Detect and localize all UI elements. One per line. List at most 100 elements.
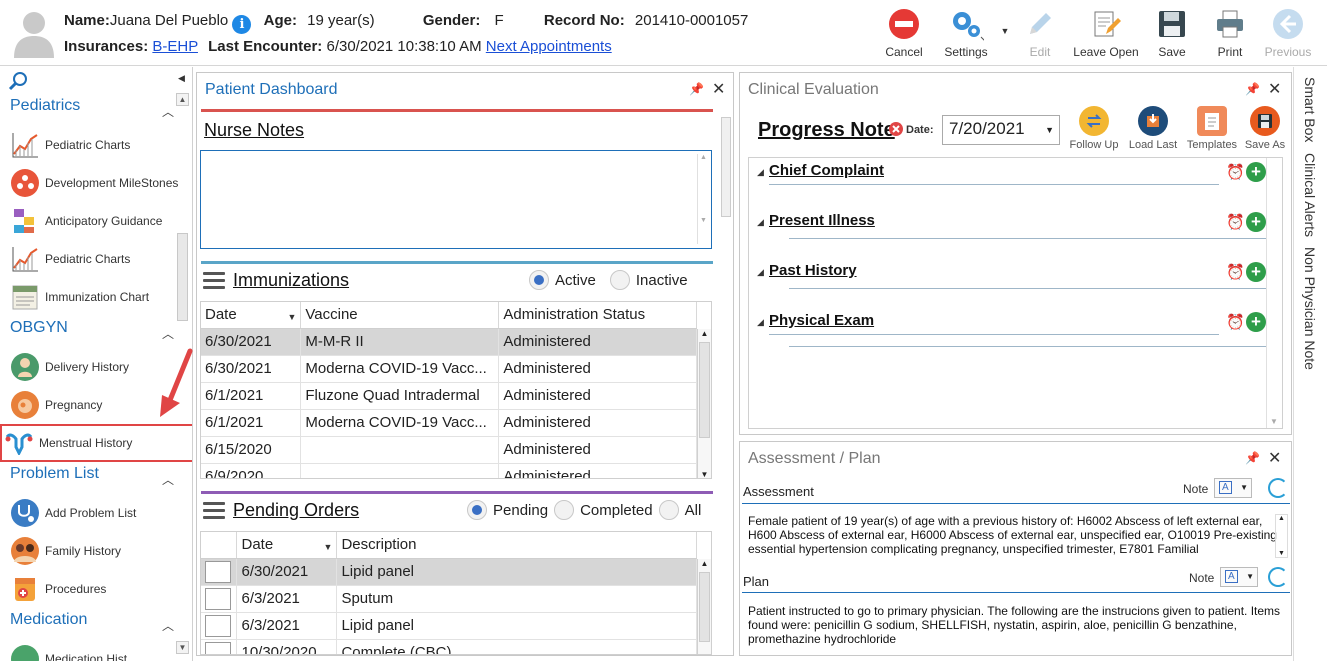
chevron-up-icon[interactable]: ︿ (162, 325, 174, 342)
search-icon[interactable] (8, 71, 30, 91)
section-obgyn[interactable]: OBGYN (10, 319, 68, 337)
nav-item-development-milestones[interactable]: Development MileStones (8, 166, 178, 200)
section-label[interactable]: Past History (769, 262, 857, 279)
column-header-date[interactable]: Date ▼ (236, 532, 338, 559)
scroll-up-icon[interactable]: ▲ (698, 559, 711, 568)
save-button[interactable]: Save (1143, 4, 1201, 62)
nav-item-medication-history[interactable]: Medication Hist... (8, 642, 178, 661)
assessment-scrollbar[interactable]: ▲ ▼ (1275, 514, 1288, 558)
insurance-link[interactable]: B-EHP (152, 38, 198, 55)
pin-icon[interactable]: 📌 (689, 82, 704, 96)
edit-button[interactable]: Edit (1011, 4, 1069, 62)
sections-scrollbar[interactable]: ▼ (1266, 158, 1280, 428)
table-row[interactable]: 6/1/2021 Fluzone Quad Intradermal Administ… (201, 382, 697, 410)
previous-button[interactable]: Previous (1259, 4, 1317, 62)
radio-pending[interactable]: Pending (467, 500, 548, 520)
menu-hamburger-icon[interactable] (203, 502, 225, 520)
remove-note-icon[interactable] (889, 122, 903, 136)
menu-hamburger-icon[interactable] (203, 272, 225, 290)
pin-icon[interactable]: 📌 (1245, 82, 1260, 96)
table-row[interactable]: 6/30/2021 M-M-R II Administered (201, 328, 697, 356)
section-problem-list[interactable]: Problem List (10, 465, 99, 483)
nav-item-family-history[interactable]: Family History (8, 534, 178, 568)
save-as-button[interactable]: Save As (1235, 106, 1295, 151)
chevron-down-icon[interactable]: ▼ (1045, 125, 1054, 135)
table-row[interactable]: 6/9/2020 Administered (201, 463, 697, 478)
tab-non-physician-note[interactable]: Non Physician Note (1302, 247, 1318, 370)
section-label[interactable]: Physical Exam (769, 312, 874, 329)
orders-scrollbar[interactable]: ▲ (697, 559, 711, 654)
row-checkbox[interactable] (205, 587, 231, 610)
nav-item-add-problem-list[interactable]: Add Problem List (8, 496, 178, 530)
chevron-up-icon[interactable]: ︿ (162, 103, 174, 120)
alarm-clock-icon[interactable]: ⏰ (1226, 263, 1245, 281)
table-row[interactable]: 6/1/2021 Moderna COVID-19 Vacc... Administ… (201, 409, 697, 437)
templates-button[interactable]: Templates (1182, 106, 1242, 151)
radio-active[interactable]: Active (529, 270, 596, 290)
scroll-thumb[interactable] (177, 233, 188, 321)
scroll-thumb[interactable] (699, 342, 710, 438)
expand-triangle-icon[interactable]: ◢ (757, 267, 764, 278)
column-header-vaccine[interactable]: Vaccine (300, 302, 500, 329)
radio-inactive[interactable]: Inactive (609, 270, 688, 290)
scroll-down-icon[interactable]: ▼ (1278, 550, 1285, 557)
row-checkbox[interactable] (205, 614, 231, 637)
info-icon[interactable]: i (232, 15, 252, 34)
refresh-icon[interactable] (1268, 478, 1288, 498)
chevron-up-icon[interactable]: ︿ (162, 617, 174, 634)
section-label[interactable]: Chief Complaint (769, 162, 884, 179)
column-header-description[interactable]: Description (336, 532, 697, 559)
table-row[interactable]: 6/3/2021 Sputum (201, 585, 697, 613)
radio-completed[interactable]: Completed (554, 500, 653, 520)
section-present-illness[interactable]: ◢ Present Illness ⏰ + (757, 212, 1267, 239)
table-row[interactable]: 6/3/2021 Lipid panel (201, 612, 697, 640)
sort-icon[interactable]: ▼ (324, 542, 333, 552)
pin-icon[interactable]: 📌 (1245, 451, 1260, 465)
collapse-nav-icon[interactable]: ◀ (178, 73, 185, 84)
add-plus-icon[interactable]: + (1246, 262, 1266, 282)
follow-up-button[interactable]: Follow Up (1064, 106, 1124, 151)
section-chief-complaint[interactable]: ◢ Chief Complaint ⏰ + (757, 162, 1267, 188)
nav-item-pediatric-charts[interactable]: Pediatric Charts (8, 128, 178, 162)
nav-item-anticipatory-guidance[interactable]: Anticipatory Guidance (8, 204, 178, 238)
settings-dropdown[interactable]: ▼ (999, 4, 1011, 62)
refresh-icon[interactable] (1268, 567, 1288, 587)
dashboard-scrollbar[interactable] (719, 117, 733, 217)
immunizations-scrollbar[interactable]: ▲ ▼ (697, 329, 711, 478)
nurse-notes-textarea[interactable]: ▲ ▼ (200, 150, 712, 249)
scroll-up-icon[interactable]: ▲ (176, 93, 189, 106)
table-row[interactable]: 6/15/2020 Administered (201, 436, 697, 464)
assessment-text[interactable]: Female patient of 19 year(s) of age with… (748, 514, 1278, 556)
immunizations-title[interactable]: Immunizations (233, 270, 349, 291)
row-checkbox[interactable] (205, 560, 231, 583)
add-plus-icon[interactable]: + (1246, 312, 1266, 332)
scroll-up-icon[interactable]: ▲ (698, 329, 711, 338)
leave-open-button[interactable]: Leave Open (1069, 4, 1143, 62)
chevron-up-icon[interactable]: ︿ (162, 471, 174, 488)
plan-text[interactable]: Patient instructed to go to primary phys… (748, 604, 1283, 650)
section-past-history[interactable]: ◢ Past History ⏰ + (757, 262, 1267, 289)
nav-item-immunization-chart[interactable]: Immunization Chart (8, 280, 178, 314)
tab-clinical-alerts[interactable]: Clinical Alerts (1302, 153, 1318, 237)
settings-button[interactable]: Settings (933, 4, 999, 62)
alarm-clock-icon[interactable]: ⏰ (1226, 313, 1245, 331)
plan-note-format-button[interactable]: A ▼ (1220, 567, 1258, 587)
scroll-down-icon[interactable]: ▼ (176, 641, 189, 654)
close-icon[interactable]: ✕ (1268, 448, 1281, 468)
pending-orders-title[interactable]: Pending Orders (233, 500, 359, 521)
expand-triangle-icon[interactable]: ◢ (757, 317, 764, 328)
section-physical-exam[interactable]: ◢ Physical Exam ⏰ + (757, 312, 1267, 347)
table-row[interactable]: 10/30/2020 Complete (CBC) (201, 639, 697, 654)
nav-item-menstrual-history[interactable]: Menstrual History (0, 424, 192, 462)
section-label[interactable]: Present Illness (769, 212, 875, 229)
progress-note-title[interactable]: Progress Note (758, 119, 895, 142)
row-checkbox[interactable] (205, 641, 231, 654)
close-icon[interactable]: ✕ (1268, 79, 1281, 99)
expand-triangle-icon[interactable]: ◢ (757, 167, 764, 178)
column-header-date[interactable]: Date ▼ (201, 302, 302, 329)
nurse-notes-scrollbar[interactable]: ▲ ▼ (697, 154, 709, 244)
radio-all[interactable]: All (658, 500, 701, 520)
nav-item-pregnancy[interactable]: Pregnancy (8, 388, 178, 422)
expand-triangle-icon[interactable]: ◢ (757, 217, 764, 228)
table-row[interactable]: 6/30/2021 Moderna COVID-19 Vacc... Adminis… (201, 355, 697, 383)
